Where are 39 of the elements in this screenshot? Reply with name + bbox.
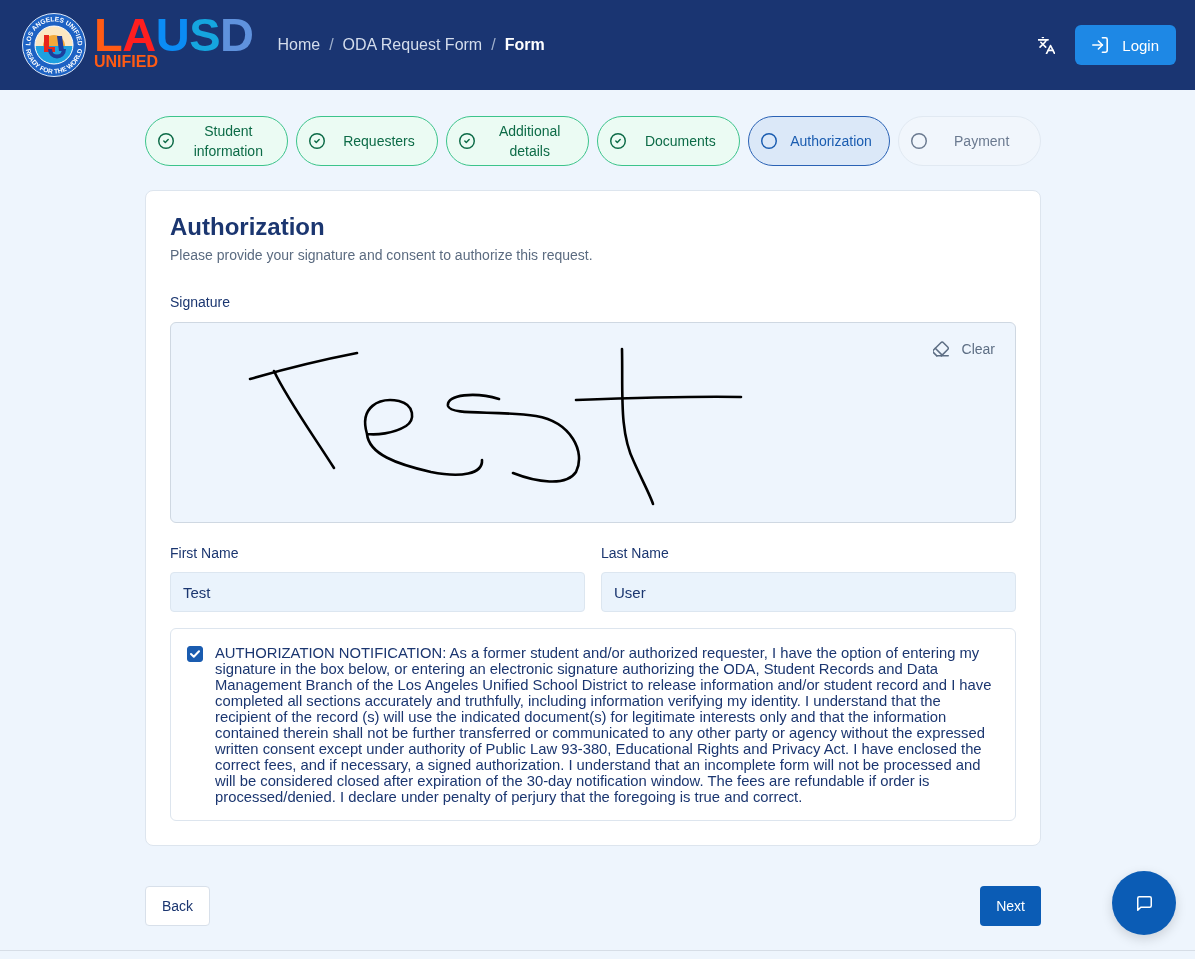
step-button[interactable]: Student information <box>145 116 288 166</box>
translate-icon[interactable] <box>1038 36 1056 54</box>
breadcrumb-link[interactable]: Home <box>277 36 321 54</box>
login-icon <box>1092 37 1109 53</box>
step-button[interactable]: Authorization <box>747 116 891 166</box>
field-label: First Name <box>170 544 240 563</box>
step-button[interactable]: Documents <box>597 116 740 166</box>
back-button[interactable]: Back <box>145 886 211 926</box>
check-icon <box>190 650 200 658</box>
form-title: Authorization <box>170 212 326 242</box>
breadcrumb-separator: / <box>329 36 334 54</box>
logo-wordmark: LAUSD <box>94 16 254 54</box>
consent-text: AUTHORIZATION NOTIFICATION: As a former student and/or authorized requester, I have the option of entering my signature in the box below, or entering an electronic signature authorizing the ODA, Student Records and Data Management Branch of the Los Angeles Unified School District to release information and/or student record and I have completed all sections accurately and truthfully, including information verifying my identity. I understand that the recipient of the record (s) will use the indicated document(s) for legitimate interests only and that the information contained therein shall not be further transferred or communicated to any other party or agency without the expressed written consent except under authority of Public Law 93-380, Educational Rights and Privacy Act. I have enclosed the correct fees, and if necessary, a signed authorization. I understand that an incomplete form will not be processed and will be considered closed after expiration of the 30-day notification window. The fees are refundable if order is processed/denied. I declare under penalty of perjury that the foregoing is true and correct. <box>215 645 993 805</box>
breadcrumb-separator: / <box>491 36 496 54</box>
field-label: Last Name <box>601 544 670 563</box>
form-subtitle: Please provide your signature and consent to authorize this request. <box>170 246 594 265</box>
chat-button[interactable] <box>1112 871 1176 935</box>
circle-icon <box>760 133 777 149</box>
step-button[interactable]: Requesters <box>295 116 439 166</box>
next-button[interactable]: Next <box>980 886 1041 926</box>
chat-icon <box>1136 895 1152 911</box>
check-circle-icon <box>459 133 476 149</box>
step-button[interactable]: Additional details <box>446 116 589 166</box>
breadcrumb-link[interactable]: ODA Request Form <box>342 36 483 54</box>
check-circle-icon <box>308 133 325 149</box>
logo-subtitle: UNIFIED <box>94 54 159 70</box>
clear-button[interactable]: Clear <box>928 337 999 361</box>
field-label: Signature <box>170 293 231 312</box>
checkbox[interactable] <box>187 646 203 662</box>
signature-pad[interactable]: Clear <box>170 322 1016 523</box>
login-button[interactable]: Login <box>1075 25 1176 65</box>
check-circle-icon <box>610 133 626 149</box>
check-circle-icon <box>158 133 174 149</box>
text-field[interactable]: Test <box>170 572 585 612</box>
circle-icon <box>911 133 928 149</box>
text-field[interactable]: User <box>601 572 1016 612</box>
breadcrumb-current: Form <box>504 36 545 54</box>
eraser-icon <box>932 341 949 357</box>
step-button[interactable]: Payment <box>898 116 1041 166</box>
